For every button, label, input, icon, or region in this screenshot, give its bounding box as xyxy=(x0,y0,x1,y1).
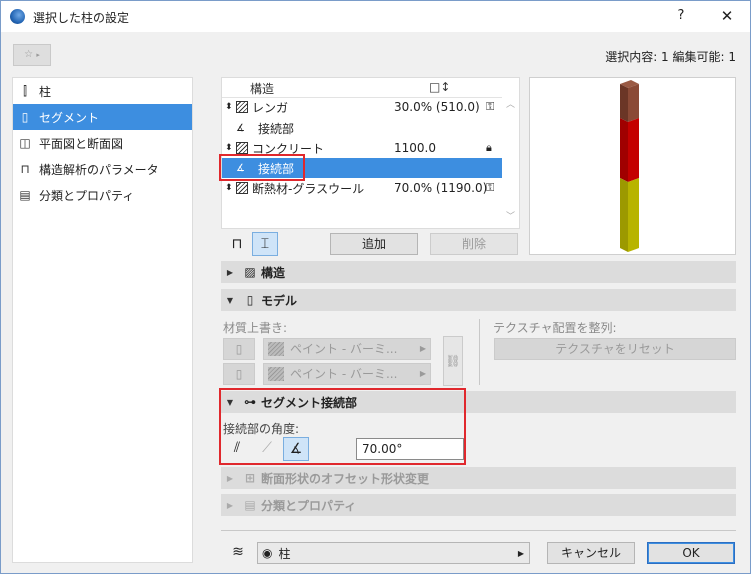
hatch-pattern-icon xyxy=(236,142,248,154)
hatch-pattern-icon xyxy=(236,182,248,194)
window-title: 選択した柱の設定 xyxy=(33,11,130,25)
nav-item-column[interactable]: ⫿ 柱 xyxy=(13,78,192,104)
column-3d-preview xyxy=(620,80,639,252)
joint-view-icon[interactable]: ⌶ xyxy=(252,232,278,256)
section-structure[interactable]: ▶ ▨ 構造 xyxy=(221,261,736,283)
override-toggle-2[interactable]: ▯ xyxy=(223,363,255,385)
nav-item-segment[interactable]: ▯ セグメント xyxy=(13,104,192,130)
scroll-down-icon[interactable]: ﹀ xyxy=(506,209,515,222)
favorites-star-icon: ☆ xyxy=(24,49,34,60)
delete-button[interactable]: 削除 xyxy=(430,233,518,255)
model-icon: ▯ xyxy=(246,293,254,307)
drag-handle-icon[interactable]: ⬍ xyxy=(225,102,233,112)
drag-handle-icon[interactable]: ⬍ xyxy=(225,143,233,153)
dropdown-arrow-icon: ▶ xyxy=(517,548,524,558)
pattern-swatch-icon xyxy=(268,342,284,356)
expand-icon: ▶ xyxy=(226,267,234,277)
chain-link-icon[interactable]: ⛓ xyxy=(443,336,463,386)
header-structure: 構造 xyxy=(250,82,275,96)
ok-button[interactable]: OK xyxy=(647,542,735,564)
title-bar: 選択した柱の設定 ? ✕ xyxy=(1,1,750,32)
unlocked-icon[interactable]: ⚿ xyxy=(486,181,494,195)
structural-analysis-icon: ⊓ xyxy=(20,162,30,176)
hatch-pattern-icon xyxy=(236,101,248,113)
eye-icon: ◉ xyxy=(262,546,273,560)
scroll-up-icon[interactable]: ︿ xyxy=(506,97,515,110)
highlight-segment-joint xyxy=(219,388,466,465)
add-button[interactable]: 追加 xyxy=(330,233,418,255)
section-classification[interactable]: ▶ ▤ 分類とプロパティ xyxy=(221,494,736,516)
table-row[interactable]: ⬍ 断熱材-グラスウール 70.0% (1190.0) ⚿ xyxy=(222,178,502,198)
dialog-window: 選択した柱の設定 ? ✕ ☆ ▸ 選択内容: 1 編集可能: 1 ⫿ 柱 ▯ セ… xyxy=(0,0,751,574)
texture-align-label: テクスチャ配置を整列: xyxy=(493,321,617,335)
layers-icon: ≋ xyxy=(232,544,244,560)
layer-dropdown[interactable]: ◉ 柱 ▶ xyxy=(257,542,530,564)
column-preview xyxy=(529,77,736,255)
pattern-swatch-icon xyxy=(268,367,284,381)
help-button[interactable]: ? xyxy=(669,5,693,27)
cancel-button[interactable]: キャンセル xyxy=(547,542,635,564)
expand-icon: ▶ xyxy=(226,473,234,483)
section-offset-modification[interactable]: ▶ ⊞ 断面形状のオフセット形状変更 xyxy=(221,467,736,489)
expand-icon: ▶ xyxy=(226,500,234,510)
column-icon: ⫿ xyxy=(23,84,27,98)
settings-nav: ⫿ 柱 ▯ セグメント ◫ 平面図と断面図 ⊓ 構造解析のパラメータ ▤ 分類と… xyxy=(12,77,193,563)
classification-icon: ▤ xyxy=(19,188,31,202)
nav-item-classification[interactable]: ▤ 分類とプロパティ xyxy=(13,182,192,208)
nav-item-structural-analysis[interactable]: ⊓ 構造解析のパラメータ xyxy=(13,156,192,182)
table-scrollbar[interactable]: ︿ ﹀ xyxy=(503,77,520,229)
surface-override-label: 材質上書き: xyxy=(223,321,288,335)
classification-icon: ▤ xyxy=(244,498,256,512)
selection-info: 選択内容: 1 編集可能: 1 xyxy=(605,50,736,64)
close-button[interactable]: ✕ xyxy=(713,5,741,27)
column-view-icon[interactable]: ⊓ xyxy=(224,233,250,257)
section-model[interactable]: ▼ ▯ モデル xyxy=(221,289,736,311)
collapse-icon: ▼ xyxy=(226,295,234,305)
table-row[interactable]: ∡ 接続部 xyxy=(222,118,502,138)
cube-icon: ▯ xyxy=(235,342,243,356)
table-row[interactable]: ⬍ レンガ 30.0% (510.0) ⚿ xyxy=(222,97,502,117)
floor-plan-section-icon: ◫ xyxy=(19,136,31,150)
joint-icon: ∡ xyxy=(236,122,245,134)
locked-icon[interactable]: 🔒︎ xyxy=(486,141,492,155)
drag-handle-icon[interactable]: ⬍ xyxy=(225,183,233,193)
nav-item-floor-plan-section[interactable]: ◫ 平面図と断面図 xyxy=(13,130,192,156)
unlocked-icon[interactable]: ⚿ xyxy=(486,100,494,114)
texture-reset-button[interactable]: テクスチャをリセット xyxy=(494,338,736,360)
app-logo-icon xyxy=(10,9,25,24)
paint-dropdown-1[interactable]: ペイント - バーミ... ▶ xyxy=(263,338,431,360)
hatch-icon: ▨ xyxy=(244,265,256,279)
header-size-icon: □↕ xyxy=(429,80,451,94)
override-toggle-1[interactable]: ▯ xyxy=(223,338,255,360)
highlight-selected-joint xyxy=(219,154,305,181)
segment-icon: ▯ xyxy=(21,110,29,124)
paint-dropdown-2[interactable]: ペイント - バーミ... ▶ xyxy=(263,363,431,385)
favorites-button[interactable]: ☆ ▸ xyxy=(13,44,51,66)
segments-table: 構造 □↕ ⬍ レンガ 30.0% (510.0) ⚿ ∡ 接続部 ⬍ コンクリ… xyxy=(221,77,520,229)
offset-icon: ⊞ xyxy=(244,471,256,485)
cube-icon: ▯ xyxy=(235,367,243,381)
